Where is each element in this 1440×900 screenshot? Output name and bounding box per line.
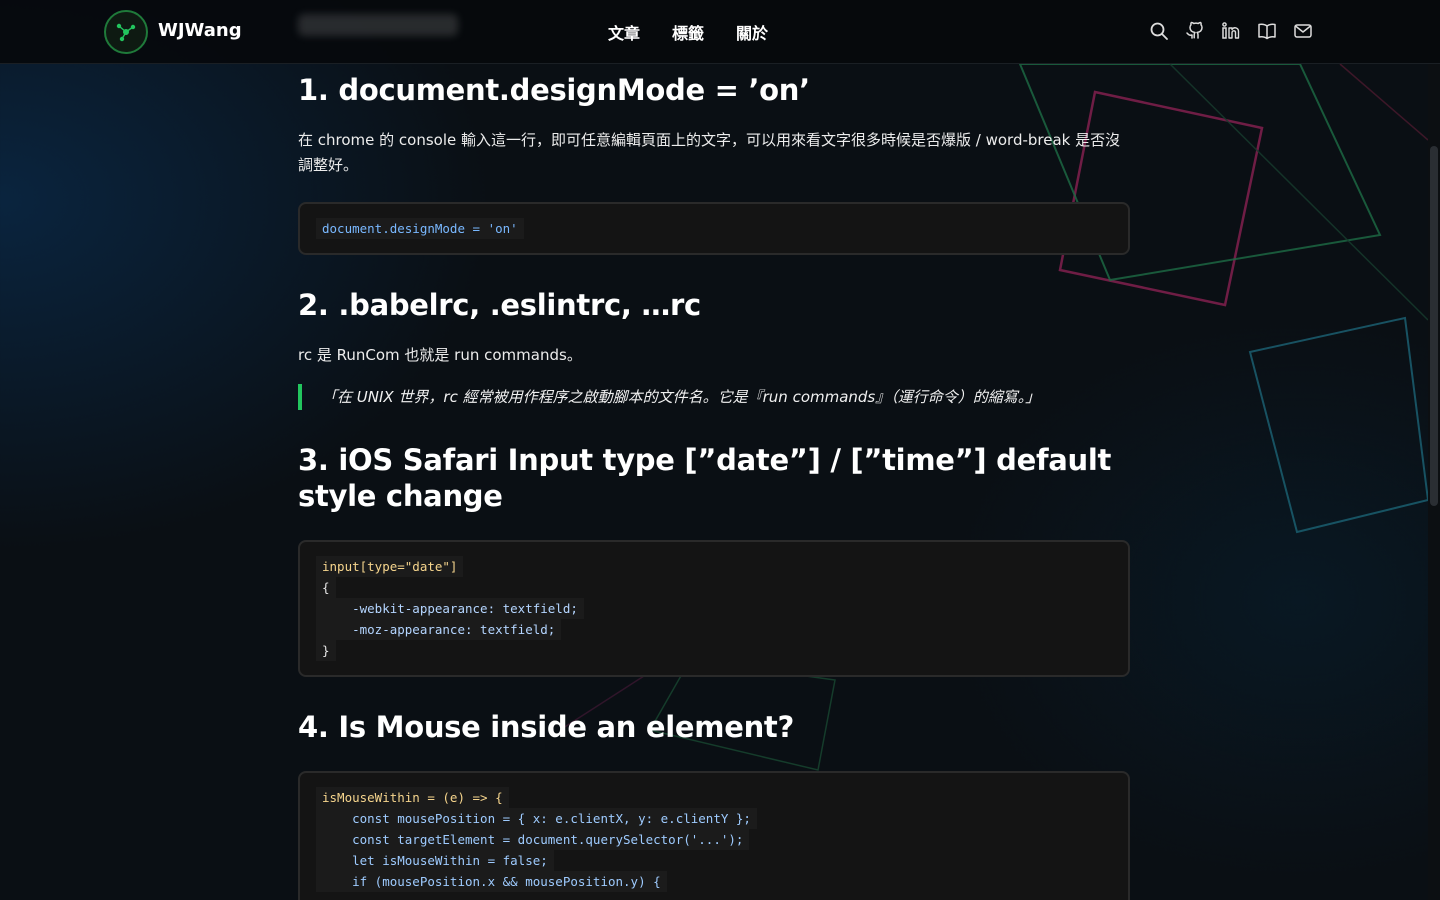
linkedin-icon[interactable] — [1220, 20, 1242, 42]
code-line: document.designMode = 'on' — [322, 221, 518, 236]
search-icon[interactable] — [1148, 20, 1170, 42]
article-content: 1. document.designMode = ’on’ 在 chrome 的… — [298, 64, 1130, 900]
logo[interactable] — [104, 10, 148, 54]
section-4-title: 4. Is Mouse inside an element? — [298, 710, 795, 744]
code-line: { — [316, 577, 336, 598]
mail-icon[interactable] — [1292, 20, 1314, 42]
code-line: let isMouseWithin = false; — [316, 850, 554, 871]
code-line: } — [316, 640, 336, 661]
logo-icon — [116, 23, 136, 42]
scrollbar[interactable] — [1428, 64, 1440, 900]
section-2-paragraph: rc 是 RunCom 也就是 run commands。 — [298, 346, 582, 364]
code-block-3[interactable]: input[type="date"] { -webkit-appearance:… — [298, 540, 1130, 677]
code-line: const targetElement = document.querySele… — [316, 829, 750, 850]
section-2-title: 2. .babelrc, .eslintrc, …rc — [298, 288, 701, 322]
code-line: -webkit-appearance: textfield; — [316, 598, 584, 619]
section-1-title: 1. document.designMode = ’on’ — [298, 73, 810, 107]
section-1-paragraph: 在 chrome 的 console 輸入這一行，即可任意編輯頁面上的文字，可以… — [298, 131, 1121, 174]
code-line: if (mousePosition.x && mousePosition.y) … — [316, 871, 667, 892]
main-nav: 文章 標籤 關於 — [608, 20, 768, 44]
nav-about[interactable]: 關於 — [736, 20, 768, 44]
blurred-title — [298, 14, 458, 36]
book-icon[interactable] — [1256, 20, 1278, 42]
site-header: WJWang 文章 標籤 關於 — [0, 0, 1440, 64]
code-line: input[type="date"] — [316, 556, 464, 577]
nav-tags[interactable]: 標籤 — [672, 20, 704, 44]
code-block-1[interactable]: document.designMode = 'on' — [298, 202, 1130, 255]
code-line: -moz-appearance: textfield; — [316, 619, 562, 640]
code-line: isMouseWithin = (e) => { — [316, 787, 509, 808]
brand-name[interactable]: WJWang — [158, 20, 242, 41]
blockquote: 「在 UNIX 世界，rc 經常被用作程序之啟動腳本的文件名。它是『run co… — [298, 384, 1130, 410]
scrollbar-thumb[interactable] — [1430, 146, 1438, 506]
code-line: const mousePosition = { x: e.clientX, y:… — [316, 808, 757, 829]
header-icons — [1148, 20, 1314, 42]
github-icon[interactable] — [1184, 20, 1206, 42]
code-block-4[interactable]: isMouseWithin = (e) => { const mousePosi… — [298, 771, 1130, 900]
section-3-title: 3. iOS Safari Input type [”date”] / [”ti… — [298, 443, 1112, 513]
nav-articles[interactable]: 文章 — [608, 20, 640, 44]
